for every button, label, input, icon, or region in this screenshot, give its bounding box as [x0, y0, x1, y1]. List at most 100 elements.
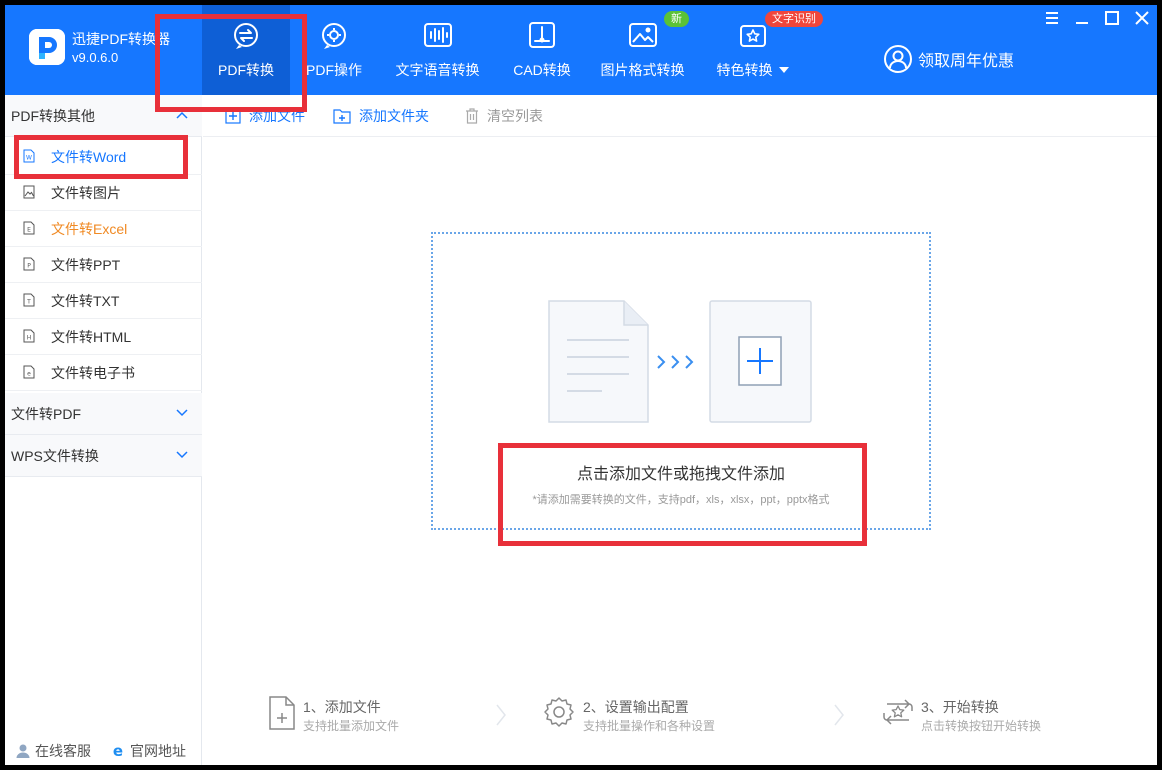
excel-file-icon: E: [23, 221, 35, 235]
anniversary-promo-link[interactable]: 领取周年优惠: [883, 43, 1014, 75]
nav-tab-text-speech[interactable]: 文字语音转换: [390, 5, 485, 95]
sidebar-item-txt[interactable]: T 文件转TXT: [5, 283, 202, 319]
ocr-badge: 文字识别: [765, 11, 823, 27]
step-subtitle: 支持批量添加文件: [303, 719, 400, 733]
step-arrow-icon: [496, 704, 506, 726]
file-drop-zone[interactable]: 点击添加文件或拖拽文件添加 *请添加需要转换的文件，支持pdf，xls，xlsx…: [431, 232, 931, 530]
file-glyph: E: [27, 227, 31, 234]
minimize-icon[interactable]: [1073, 9, 1091, 27]
pdf-operation-icon: [322, 23, 346, 49]
chevron-down-icon: [176, 451, 188, 459]
clear-list-button[interactable]: 清空列表: [465, 107, 543, 125]
add-file-button[interactable]: 添加文件: [225, 107, 305, 125]
section-label: 文件转PDF: [11, 406, 81, 422]
file-glyph: W: [26, 155, 32, 162]
sidebar-item-label: 文件转Excel: [51, 221, 128, 237]
add-file-icon: [225, 108, 241, 124]
file-glyph: H: [27, 335, 32, 342]
settings-gear-icon: [544, 697, 574, 727]
nav-label: 特色转换: [705, 60, 800, 80]
close-icon[interactable]: [1133, 9, 1151, 27]
ppt-file-icon: P: [23, 257, 35, 271]
chevron-down-icon: [176, 409, 188, 417]
menu-icon[interactable]: [1043, 9, 1061, 27]
txt-file-icon: T: [23, 293, 35, 307]
app-name: 迅捷PDF转换器: [72, 31, 170, 47]
sidebar-section-pdf-other[interactable]: PDF转换其他: [5, 95, 202, 137]
official-website-link[interactable]: e 官网地址: [110, 741, 186, 761]
step-title: 3、开始转换: [921, 699, 999, 715]
sidebar-item-label: 文件转TXT: [51, 293, 120, 309]
file-glyph: P: [27, 263, 31, 270]
app-version: v9.0.6.0: [72, 50, 119, 65]
dropzone-subtitle: *请添加需要转换的文件，支持pdf，xls，xlsx，ppt，pptx格式: [532, 494, 830, 506]
nav-tab-pdf-operation[interactable]: PDF操作: [290, 5, 378, 95]
nav-label: 文字语音转换: [395, 62, 480, 78]
sidebar-section-wps[interactable]: WPS文件转换: [5, 435, 202, 477]
sidebar-item-ppt[interactable]: P 文件转PPT: [5, 247, 202, 283]
promo-label: 领取周年优惠: [918, 53, 1015, 70]
file-glyph: T: [26, 299, 31, 306]
sidebar-item-label: 文件转图片: [51, 185, 121, 201]
step-subtitle: 点击转换按钮开始转换: [921, 719, 1042, 733]
html-file-icon: H: [23, 329, 35, 343]
dropzone-title: 点击添加文件或拖拽文件添加: [576, 466, 785, 483]
special-convert-icon: [739, 25, 766, 47]
user-avatar-icon: [884, 45, 912, 73]
nav-label: 图片格式转换: [600, 62, 685, 78]
start-convert-icon: [883, 699, 913, 725]
pdf-convert-icon: [234, 23, 258, 49]
convert-illustration-icon: [548, 300, 812, 423]
section-label: WPS文件转换: [11, 448, 99, 464]
clear-list-label: 清空列表: [487, 108, 543, 124]
chevron-up-icon: [176, 111, 188, 119]
trash-icon: [466, 108, 478, 124]
browser-e-icon: e: [113, 743, 123, 759]
svg-text:e: e: [113, 743, 123, 759]
image-format-icon: [628, 23, 657, 47]
add-file-label: 添加文件: [249, 108, 305, 124]
new-badge: 新: [664, 11, 689, 27]
official-website-label: 官网地址: [130, 743, 186, 759]
cad-convert-icon: [529, 22, 555, 48]
step-title: 2、设置输出配置: [583, 699, 689, 715]
step-title: 1、添加文件: [303, 699, 381, 715]
ebook-file-icon: e: [23, 365, 35, 379]
nav-label: CAD转换: [513, 62, 571, 78]
add-file-step-icon: [269, 696, 295, 730]
word-file-icon: W: [23, 149, 35, 163]
app-logo-icon: [29, 29, 65, 65]
nav-tab-cad-convert[interactable]: CAD转换: [502, 5, 582, 95]
nav-label: PDF操作: [306, 62, 362, 78]
sidebar-item-ebook[interactable]: e 文件转电子书: [5, 355, 202, 391]
maximize-icon[interactable]: [1103, 9, 1121, 27]
sidebar-item-label: 文件转Word: [51, 149, 127, 165]
sidebar: PDF转换其他 W 文件转Word 文件转图片 E 文件转Excel P 文件转…: [5, 95, 202, 765]
step-arrow-icon: [834, 704, 844, 726]
file-glyph: e: [27, 371, 31, 378]
add-folder-label: 添加文件夹: [359, 108, 429, 124]
sidebar-item-excel[interactable]: E 文件转Excel: [5, 211, 202, 247]
nav-tab-pdf-convert[interactable]: PDF转换: [202, 5, 290, 95]
sidebar-section-file-to-pdf[interactable]: 文件转PDF: [5, 393, 202, 435]
add-folder-button[interactable]: 添加文件夹: [333, 107, 429, 125]
sidebar-item-image[interactable]: 文件转图片: [5, 175, 202, 211]
nav-label-text: 特色转换: [716, 62, 773, 78]
section-label: PDF转换其他: [11, 108, 95, 124]
app-window: 迅捷PDF转换器 v9.0.6.0 PDF转换 PDF操作 文字语音转换 CAD…: [5, 5, 1157, 765]
dropdown-caret-icon: [778, 67, 789, 73]
sidebar-item-label: 文件转PPT: [51, 257, 121, 273]
add-folder-icon: [333, 109, 351, 124]
toolbar: 添加文件 添加文件夹 清空列表: [203, 95, 1157, 137]
nav-label: PDF转换: [218, 62, 274, 78]
image-file-icon: [23, 185, 35, 199]
sidebar-item-word[interactable]: W 文件转Word: [5, 139, 202, 175]
text-speech-icon: [423, 23, 452, 47]
sidebar-item-html[interactable]: H 文件转HTML: [5, 319, 202, 355]
step-subtitle: 支持批量操作和各种设置: [583, 719, 716, 733]
online-support-link[interactable]: 在线客服: [15, 741, 91, 761]
sidebar-item-label: 文件转电子书: [51, 365, 135, 381]
top-header: 迅捷PDF转换器 v9.0.6.0 PDF转换 PDF操作 文字语音转换 CAD…: [5, 5, 1157, 95]
sidebar-item-label: 文件转HTML: [51, 329, 132, 345]
support-person-icon: [16, 744, 30, 758]
